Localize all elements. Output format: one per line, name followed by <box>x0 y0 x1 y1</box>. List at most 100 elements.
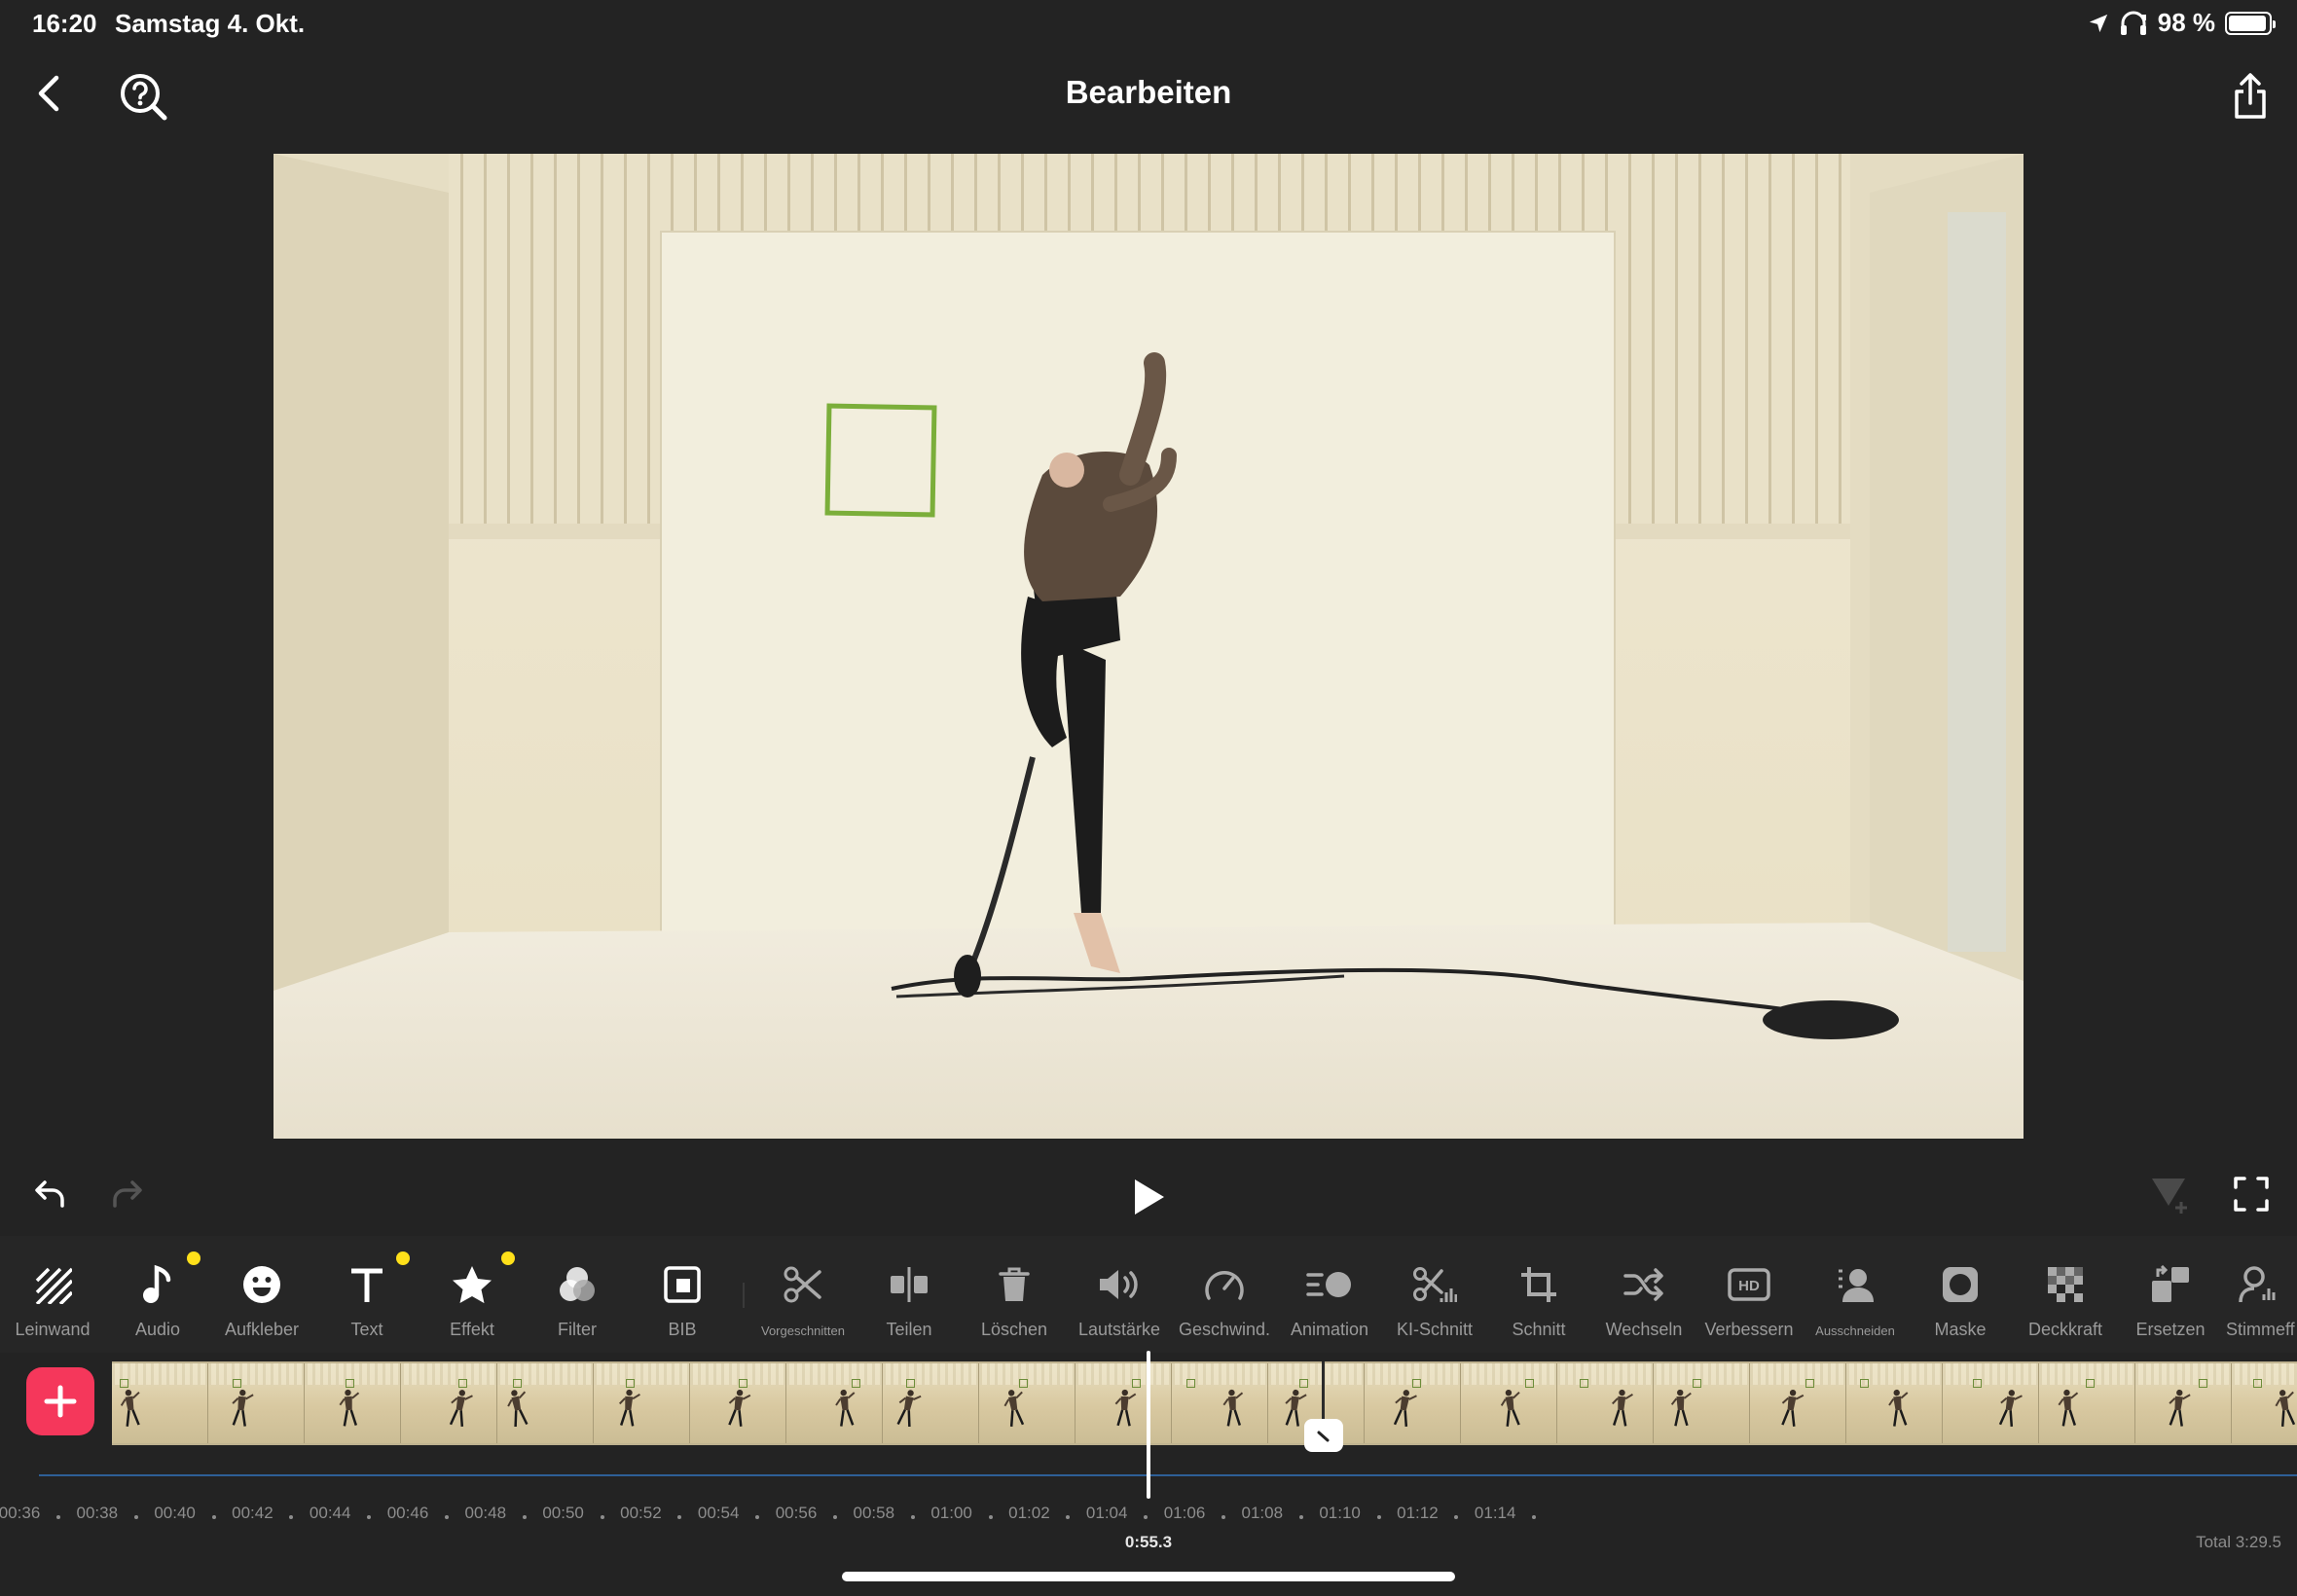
location-icon <box>2089 14 2107 32</box>
tool-bib[interactable]: BIB <box>629 1236 736 1353</box>
clip-thumbnail <box>1557 1363 1654 1443</box>
tool-label: Ersetzen <box>2135 1320 2206 1339</box>
tool-leinwand[interactable]: Leinwand <box>0 1236 106 1353</box>
smiley-icon <box>243 1266 280 1303</box>
tool-ersetzen[interactable]: Ersetzen <box>2117 1236 2224 1353</box>
ruler-dot <box>133 1515 138 1519</box>
tool-teilen[interactable]: Teilen <box>856 1236 963 1353</box>
redo-button[interactable] <box>105 1173 148 1215</box>
tool-label: Teilen <box>886 1320 932 1339</box>
ruler-dot <box>55 1515 60 1519</box>
tool-label: Text <box>350 1320 383 1339</box>
tool-verbessern[interactable]: HD Verbessern <box>1695 1236 1803 1353</box>
ruler-dot <box>1454 1515 1459 1519</box>
clip-thumbnail <box>594 1363 690 1443</box>
ruler-tick: 00:58 <box>853 1504 895 1522</box>
tool-label: Audio <box>134 1320 181 1339</box>
tool-vorgeschnitten[interactable]: Vorgeschnitten <box>749 1236 857 1353</box>
clip-thumbnail <box>1943 1363 2039 1443</box>
tool-label: Effekt <box>450 1320 494 1339</box>
tool-aufkleber[interactable]: Aufkleber <box>208 1236 315 1353</box>
undo-button[interactable] <box>29 1173 72 1215</box>
canvas-hatch-icon <box>35 1267 72 1304</box>
ruler-dot <box>910 1515 915 1519</box>
hd-icon: HD <box>1728 1268 1770 1301</box>
tool-deckkraft[interactable]: Deckkraft <box>2012 1236 2119 1353</box>
tool-label: Vorgeschnitten <box>760 1324 845 1338</box>
toolbar-divider <box>743 1283 745 1308</box>
transition-handle[interactable] <box>1304 1419 1343 1452</box>
ruler-tick: 00:52 <box>620 1504 662 1522</box>
mask-icon <box>1943 1267 1978 1302</box>
ruler-dot <box>677 1515 682 1519</box>
ruler-tick: 00:40 <box>154 1504 196 1522</box>
current-time: 0:55.3 <box>1124 1533 1173 1551</box>
playhead[interactable] <box>1147 1351 1150 1499</box>
opacity-checker-icon <box>2048 1267 2083 1302</box>
fullscreen-icon <box>2234 1177 2269 1212</box>
video-preview[interactable] <box>273 154 2024 1139</box>
tool-label: Wechseln <box>1605 1320 1683 1339</box>
ruler-tick: 00:50 <box>542 1504 584 1522</box>
trash-icon <box>999 1267 1030 1301</box>
clip-thumbnail <box>1750 1363 1846 1443</box>
tool-maske[interactable]: Maske <box>1907 1236 2014 1353</box>
clip-thumbnail <box>2039 1363 2135 1443</box>
add-clip-button[interactable] <box>26 1367 94 1435</box>
share-button[interactable] <box>2229 70 2272 123</box>
keyframe-button[interactable] <box>2147 1172 2192 1216</box>
clip-thumbnail <box>786 1363 883 1443</box>
battery-icon <box>2225 11 2276 35</box>
tool-animation[interactable]: Animation <box>1276 1236 1383 1353</box>
tool-geschwindigkeit[interactable]: Geschwind. <box>1171 1236 1278 1353</box>
star-icon <box>453 1266 492 1304</box>
ai-cut-icon <box>1413 1267 1457 1302</box>
tool-wechseln[interactable]: Wechseln <box>1590 1236 1697 1353</box>
ruler-tick: 00:46 <box>386 1504 429 1522</box>
ruler-dot <box>1066 1515 1071 1519</box>
tool-label: Verbessern <box>1704 1320 1794 1339</box>
ruler-tick: 00:42 <box>232 1504 273 1522</box>
tool-filter[interactable]: Filter <box>524 1236 631 1353</box>
clip-thumbnail <box>1172 1363 1268 1443</box>
tool-ausschneiden[interactable]: Ausschneiden <box>1802 1236 1909 1353</box>
ruler-dot <box>755 1515 760 1519</box>
clip-thumbnail <box>1365 1363 1461 1443</box>
tool-text[interactable]: Text <box>313 1236 420 1353</box>
tool-label: Stimmeff <box>2226 1320 2295 1339</box>
clip-thumbnail <box>1076 1363 1172 1443</box>
tool-schnitt[interactable]: Schnitt <box>1485 1236 1592 1353</box>
audio-track-line <box>39 1474 2297 1476</box>
play-button[interactable] <box>1127 1176 1170 1218</box>
status-bar: 16:20 Samstag 4. Okt. 98 % <box>0 0 2297 49</box>
play-icon <box>1135 1179 1164 1215</box>
status-date: Samstag 4. Okt. <box>115 9 306 38</box>
new-badge <box>501 1251 515 1265</box>
ruler-dot <box>1221 1515 1225 1519</box>
share-icon <box>2235 73 2266 119</box>
tool-ki-schnitt[interactable]: KI-Schnitt <box>1381 1236 1488 1353</box>
clip-thumbnail <box>1846 1363 1943 1443</box>
svg-text:HD: HD <box>1738 1278 1760 1294</box>
ruler-tick: 00:44 <box>309 1504 351 1522</box>
tool-effekt[interactable]: Effekt <box>419 1236 526 1353</box>
ruler-dot <box>444 1515 449 1519</box>
transition-icon <box>1317 1431 1330 1442</box>
video-clip-strip[interactable] <box>112 1361 2297 1445</box>
scissors-icon <box>784 1266 821 1303</box>
speed-gauge-icon <box>1205 1271 1244 1300</box>
speaker-icon <box>1100 1270 1138 1299</box>
ruler-tick: 01:00 <box>930 1504 972 1522</box>
filter-circles-icon <box>560 1267 595 1301</box>
ruler-tick: 01:04 <box>1085 1504 1128 1522</box>
ruler-tick: 00:36 <box>0 1504 41 1522</box>
ruler-dot <box>1376 1515 1381 1519</box>
tool-label: Schnitt <box>1512 1320 1566 1339</box>
ruler-dot <box>1144 1515 1148 1519</box>
tool-stimmeffekt[interactable]: Stimmeff <box>2222 1236 2297 1353</box>
tool-audio[interactable]: Audio <box>104 1236 211 1353</box>
tool-loeschen[interactable]: Löschen <box>961 1236 1068 1353</box>
fullscreen-button[interactable] <box>2229 1172 2274 1216</box>
tool-label: Maske <box>1934 1320 1987 1339</box>
tool-lautstaerke[interactable]: Lautstärke <box>1066 1236 1173 1353</box>
